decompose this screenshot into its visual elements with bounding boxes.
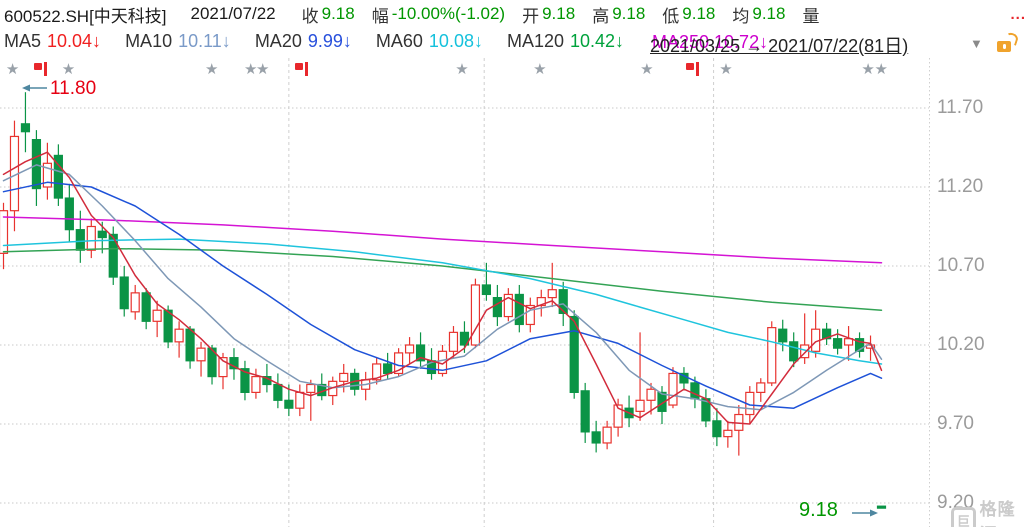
candle-body	[723, 429, 733, 438]
candle-body	[404, 344, 415, 354]
candle-body	[580, 390, 590, 433]
period-high-annotation: 11.80	[50, 78, 97, 99]
last-annotation-arrowhead	[870, 509, 878, 517]
candle-body	[591, 431, 601, 444]
candle-body	[789, 341, 799, 362]
event-marker-star[interactable]: ★	[455, 62, 468, 77]
candle-body	[339, 372, 349, 382]
candle-body	[295, 391, 305, 409]
candle-body	[832, 338, 843, 349]
event-marker-star[interactable]: ★	[875, 62, 888, 77]
candle-body	[481, 284, 491, 296]
y-axis-label: 11.70	[937, 97, 984, 118]
candle-body	[383, 363, 393, 375]
event-marker-star[interactable]: ★	[640, 62, 653, 77]
candle-body	[712, 420, 722, 438]
last-price-annotation: 9.18	[799, 499, 838, 521]
y-axis-label: 9.70	[937, 413, 974, 434]
event-marker-flag[interactable]	[33, 62, 47, 76]
candle-body	[306, 383, 316, 394]
candle-body	[174, 328, 184, 343]
candle-body	[130, 292, 140, 313]
candle-body	[646, 388, 656, 401]
candle-body	[251, 376, 261, 394]
event-marker-flag[interactable]	[295, 62, 309, 76]
y-axis-label: 10.70	[937, 255, 985, 276]
candle-body	[196, 347, 206, 362]
event-marker-star[interactable]: ★	[205, 62, 218, 77]
candle-body	[558, 289, 568, 315]
candle-body	[185, 328, 195, 362]
candle-body	[284, 399, 294, 409]
candle-body	[767, 327, 777, 384]
event-marker-star[interactable]: ★	[533, 62, 546, 77]
candle-body	[119, 276, 129, 310]
candle-body	[668, 372, 678, 406]
candle-body	[690, 382, 700, 400]
gelonghui-watermark-text: 格隆汇	[979, 500, 1016, 527]
candle-body	[448, 331, 459, 352]
event-marker-flag[interactable]	[686, 62, 700, 76]
candle-body	[756, 382, 766, 394]
candle-body	[470, 284, 481, 346]
gelonghui-logo-icon: 巨	[951, 507, 976, 527]
candle-body	[635, 399, 645, 412]
candle-body	[97, 230, 107, 239]
event-marker-star[interactable]: ★	[861, 62, 874, 77]
candle-body	[273, 383, 283, 401]
gelonghui-watermark: 巨 格隆汇	[951, 495, 1030, 527]
candle-body	[492, 297, 502, 318]
candle-body	[514, 293, 524, 326]
high-annotation-arrowhead	[22, 84, 30, 92]
candle-body	[778, 328, 788, 343]
candle-body	[163, 309, 173, 343]
candle-body	[31, 139, 42, 190]
event-marker-star[interactable]: ★	[62, 62, 75, 77]
event-marker-star[interactable]: ★	[719, 62, 732, 77]
candle-body	[75, 229, 85, 251]
event-marker-star[interactable]: ★	[256, 62, 269, 77]
date-range-selector[interactable]: 2021/03/25 → 2021/07/22(81日)	[650, 32, 908, 58]
candle-body	[876, 505, 887, 509]
y-axis-label: 10.20	[937, 334, 985, 355]
candlestick-chart[interactable]	[0, 0, 1030, 527]
candle-body	[64, 197, 74, 231]
candle-body	[86, 225, 96, 251]
event-marker-star[interactable]: ★	[6, 62, 19, 77]
candle-body	[141, 292, 151, 322]
candle-body	[20, 123, 31, 133]
candle-body	[547, 289, 557, 299]
candle-body	[602, 426, 612, 444]
stock-chart-window: 600522.SH[中天科技] 2021/07/22 收 9.18 幅 -10.00%…	[0, 0, 1030, 527]
candle-body	[152, 309, 162, 322]
y-axis-label: 11.20	[937, 176, 984, 197]
